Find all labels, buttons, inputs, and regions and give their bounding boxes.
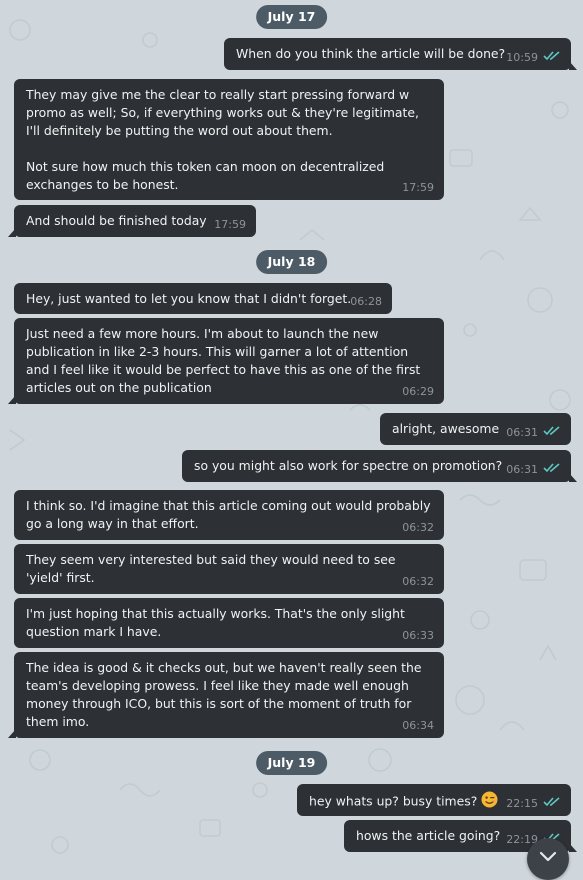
message-time: 10:59 [506,51,538,64]
message-text: hows the article going? [356,828,501,843]
incoming-message[interactable]: I think so. I'd imagine that this articl… [14,490,444,540]
incoming-message[interactable]: Just need a few more hours. I'm about to… [8,318,444,404]
message-time: 17:59 [402,181,434,194]
incoming-message[interactable]: Hey, just wanted to let you know that I … [14,283,392,314]
message-time: 06:32 [402,575,434,588]
incoming-message[interactable]: I'm just hoping that this actually works… [14,598,444,648]
message-text: Hey, just wanted to let you know that I … [26,291,352,306]
message-text: alright, awesome [392,421,500,436]
incoming-message[interactable]: And should be finished today 17:59 [8,205,256,237]
message-time: 06:28 [350,295,382,308]
message-text: And should be finished today [26,213,207,228]
message-text: The idea is good & it checks out, but we… [26,660,422,729]
outgoing-message[interactable]: so you might also work for spectre on pr… [182,450,577,482]
message-time: 06:31 [506,426,538,439]
message-meta: 10:59 [506,51,561,65]
message-time: 22:15 [506,797,538,810]
date-separator: July 17 [255,5,328,29]
message-time: 06:32 [402,521,434,534]
message-paragraph: They may give me the clear to really sta… [26,87,419,138]
date-label: July 18 [267,254,316,269]
message-text: I think so. I'd imagine that this articl… [26,498,431,531]
scroll-down-button[interactable] [527,838,569,880]
outgoing-message[interactable]: alright, awesome 06:31 [380,413,571,445]
message-time: 06:29 [402,385,434,398]
bubble-tail [569,473,577,482]
outgoing-message[interactable]: hey whats up? busy times? 22:15 [297,784,571,816]
message-meta: 06:31 [506,463,561,477]
message-time: 06:33 [402,629,434,642]
date-label: July 17 [267,9,316,24]
date-separator: July 18 [255,250,328,274]
bubble-tail [8,395,16,404]
chevron-down-icon [539,851,557,862]
date-label: July 19 [267,755,316,770]
message-text: When do you think the article will be do… [236,46,506,61]
incoming-message[interactable]: The idea is good & it checks out, but we… [8,652,444,738]
incoming-message[interactable]: They seem very interested but said they … [14,544,444,594]
double-check-icon [543,51,561,65]
incoming-message[interactable]: They may give me the clear to really sta… [14,79,444,200]
message-time: 06:31 [506,463,538,476]
message-paragraph: Not sure how much this token can moon on… [26,159,385,192]
bubble-tail [569,843,577,852]
message-text: I'm just hoping that this actually works… [26,606,405,639]
message-meta: 22:15 [506,797,561,811]
double-check-icon [543,797,561,811]
bubble-tail [8,228,16,237]
message-text: hey whats up? busy times? [309,793,478,809]
message-time: 17:59 [214,218,246,231]
message-text: Just need a few more hours. I'm about to… [26,326,421,395]
bubble-tail [8,729,16,738]
message-meta: 06:31 [506,426,561,440]
bubble-tail [569,61,577,70]
double-check-icon [543,426,561,440]
double-check-icon [543,463,561,477]
message-time: 06:34 [402,719,434,732]
outgoing-message[interactable]: When do you think the article will be do… [224,38,577,70]
chat-history[interactable]: July 17 When do you think the article wi… [0,0,583,880]
message-text: so you might also work for spectre on pr… [194,458,503,473]
message-text: They seem very interested but said they … [26,552,396,585]
winking-face-icon [481,791,498,813]
date-separator: July 19 [255,751,328,775]
